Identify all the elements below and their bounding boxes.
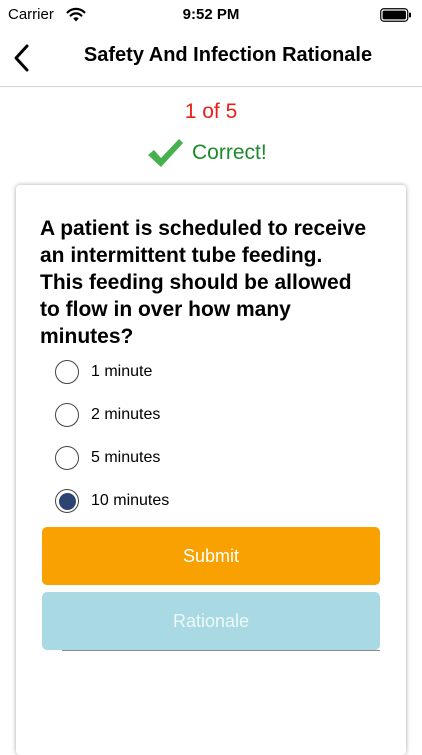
option-1-minute[interactable]: 1 minute — [55, 360, 375, 403]
answer-result: Correct! — [146, 136, 267, 170]
chevron-left-icon[interactable] — [10, 42, 34, 74]
rationale-button[interactable]: Rationale — [42, 592, 380, 650]
question-progress: 1 of 5 — [184, 100, 238, 123]
radio-button-selected[interactable] — [55, 489, 79, 513]
radio-button[interactable] — [55, 446, 79, 470]
answer-options: 1 minute 2 minutes 5 minutes 10 minutes — [55, 360, 375, 532]
status-bar: Carrier 9:52 PM — [0, 0, 422, 30]
clock: 9:52 PM — [182, 6, 240, 23]
divider — [62, 650, 380, 651]
navigation-bar: Safety And Infection Rationale — [0, 30, 422, 87]
result-text: Correct! — [192, 141, 267, 164]
option-10-minutes[interactable]: 10 minutes — [55, 489, 375, 532]
radio-button[interactable] — [55, 360, 79, 384]
page-title: Safety And Infection Rationale — [83, 44, 373, 66]
option-label: 2 minutes — [91, 406, 161, 423]
option-label: 1 minute — [91, 363, 153, 380]
battery-icon — [380, 8, 411, 22]
option-2-minutes[interactable]: 2 minutes — [55, 403, 375, 446]
radio-selected-dot — [58, 492, 76, 510]
option-label: 5 minutes — [91, 449, 161, 466]
radio-button[interactable] — [55, 403, 79, 427]
option-label: 10 minutes — [91, 492, 170, 509]
submit-button[interactable]: Submit — [42, 527, 380, 585]
option-5-minutes[interactable]: 5 minutes — [55, 446, 375, 489]
question-text: A patient is scheduled to receive an int… — [40, 217, 366, 348]
checkmark-icon — [148, 139, 183, 167]
